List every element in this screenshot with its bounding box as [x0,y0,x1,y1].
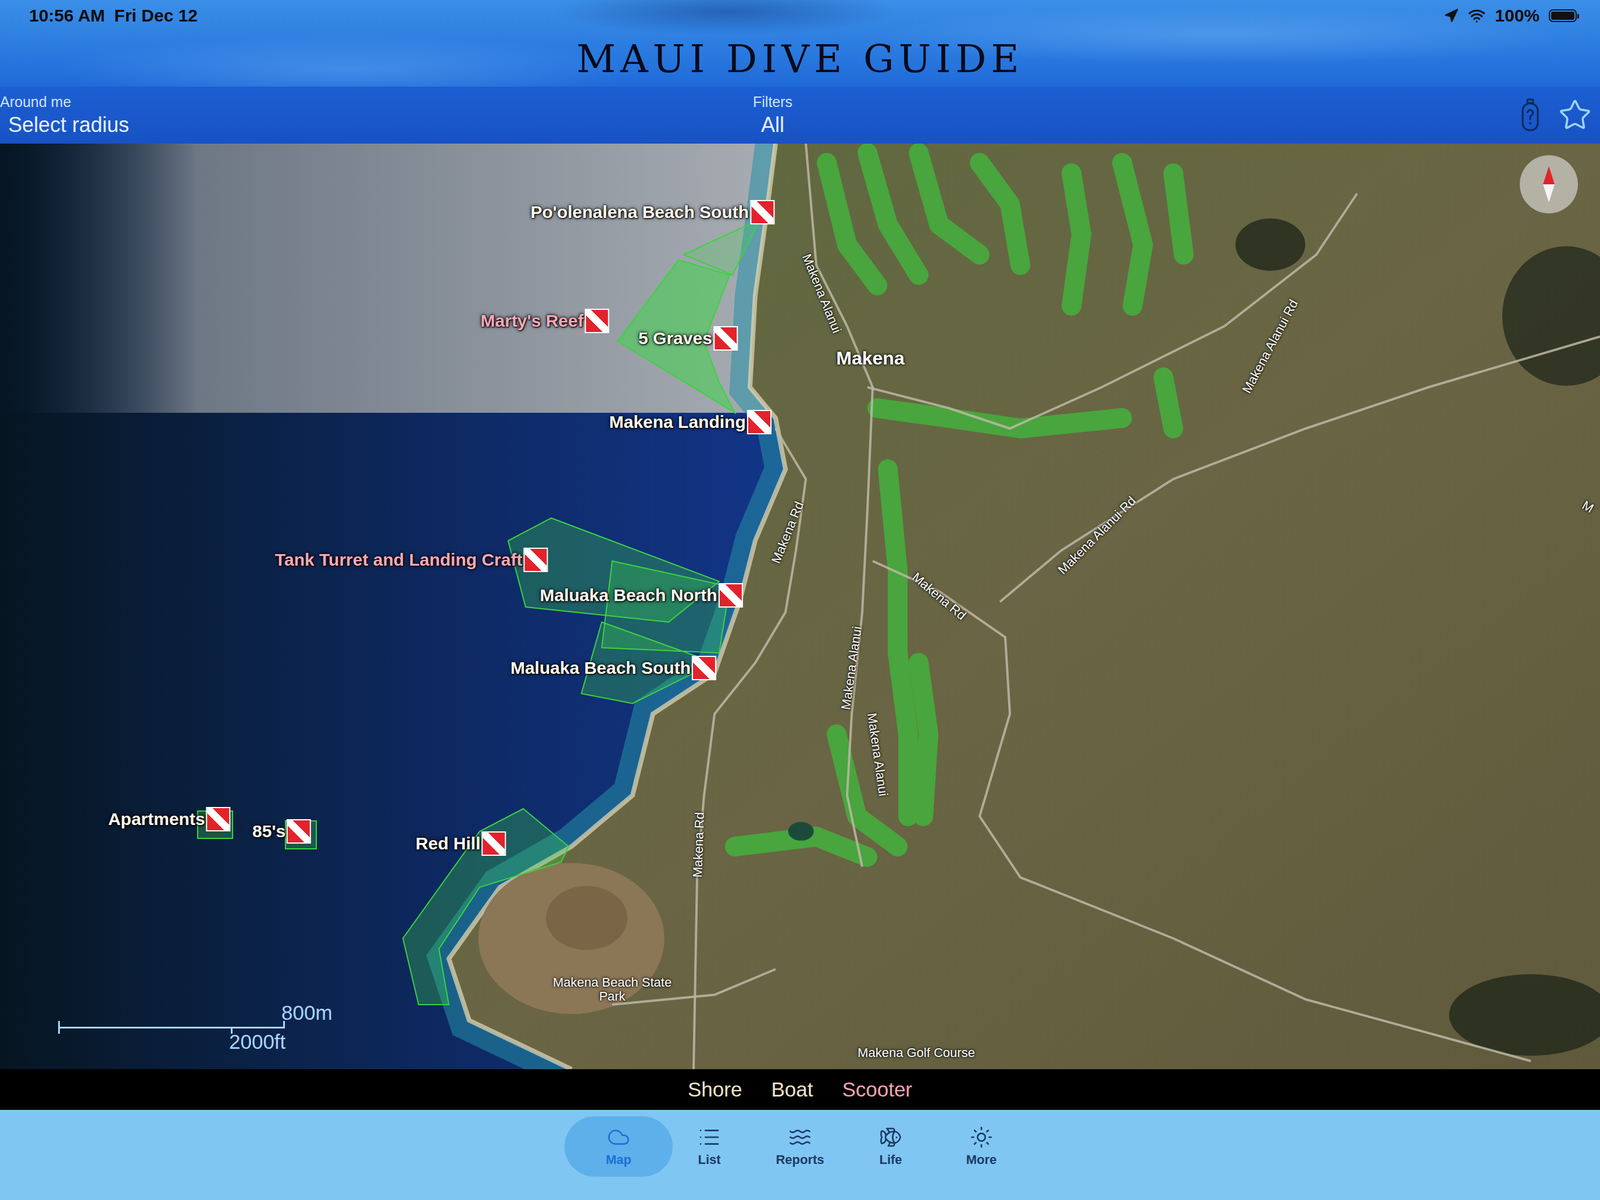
dive-site-pin[interactable]: Maluaka Beach North [540,583,744,608]
app-title: MAUI DIVE GUIDE [576,36,1024,82]
location-icon [1443,8,1459,24]
tab[interactable]: List [663,1116,755,1177]
scale-tick [230,1026,233,1034]
dive-flag-icon[interactable] [750,200,775,225]
compass[interactable] [1519,155,1578,214]
scale-metric: 800m [281,1001,384,1025]
life-tab-icon [879,1125,903,1149]
filters-field[interactable]: FiltersAll [752,86,1520,144]
dive-site-pin[interactable]: Po'olenalena Beach South [530,200,775,225]
battery-percent: 100% [1494,5,1540,26]
dive-site-pin[interactable]: Tank Turret and Landing Craft [275,547,549,573]
tab-label: More [966,1152,998,1168]
battery-icon [1548,9,1577,23]
scale-line [58,1026,285,1029]
filter-icons [1519,86,1600,144]
filters-value[interactable]: All [752,112,1520,138]
dive-flag-icon[interactable] [584,308,610,334]
filter-bar: Around meSelect radiusFiltersAll [0,86,1600,144]
map-label: Makena Golf Course [857,1045,975,1060]
dive-flag-icon[interactable] [481,831,506,856]
dive-site-name[interactable]: Makena Landing [609,412,746,432]
dive-site-name[interactable]: Apartments [108,809,206,830]
status-left: 10:56 AM Fri Dec 12 [29,5,198,26]
dive-flag-icon[interactable] [691,655,717,681]
tank-help-icon[interactable] [1519,98,1541,132]
dive-site-name[interactable]: 85's [252,821,286,842]
tab-bar: Map List Reports Life More [0,1109,1600,1200]
map-label: Makena Rd [690,811,707,878]
map-tab-icon [606,1125,631,1149]
header: 10:56 AM Fri Dec 12 100% MAUI DIVE GUIDE [0,0,1600,87]
dive-flag-icon[interactable] [713,326,738,351]
status-time: 10:56 AM [29,5,106,26]
around-me-value[interactable]: Select radius [0,112,753,138]
favorites-star-icon[interactable] [1558,98,1592,132]
more-tab-icon [969,1125,994,1149]
satellite-map-drawing [0,143,1600,1070]
tab[interactable]: Reports [754,1116,846,1177]
dive-site-pin[interactable]: 5 Graves [638,326,738,351]
mode-button[interactable]: Shore [687,1077,742,1102]
title-row: MAUI DIVE GUIDE [0,30,1600,87]
tab-label: List [697,1152,721,1168]
dive-site-pin[interactable]: 85's [252,819,312,844]
map-label: Makena Beach State Park [545,975,680,1004]
dive-site-name[interactable]: Maluaka Beach South [510,658,691,678]
dive-flag-icon[interactable] [747,409,772,435]
wifi-icon [1468,6,1486,25]
tab-label: Map [605,1152,632,1168]
dive-flag-icon[interactable] [206,806,231,832]
dive-flag-icon[interactable] [286,819,312,844]
dive-site-pin[interactable]: Maluaka Beach South [510,655,717,681]
filters-label: Filters [752,93,1520,111]
scale-bar: 800m 2000ft [58,1001,384,1053]
reports-tab-icon [788,1125,812,1149]
status-bar: 10:56 AM Fri Dec 12 100% [0,0,1600,31]
dive-flag-icon[interactable] [523,547,548,573]
dive-site-pin[interactable]: Red Hill [415,831,507,856]
list-tab-icon [697,1125,721,1149]
app: 10:56 AMFri Dec 12100%MAUI DIVE GUIDEAro… [0,0,1600,1200]
scale-imperial: 2000ft [229,1030,384,1054]
around-me-label: Around me [0,93,753,111]
around-me-field[interactable]: Around meSelect radius [0,86,753,144]
battery-fill [1551,11,1575,20]
map[interactable]: Makena AlanuiMakenaMakena Alanui RdMaken… [0,143,1600,1070]
tab[interactable]: More [936,1116,1027,1177]
mode-button[interactable]: Scooter [841,1077,913,1102]
mode-bar: Shore Boat Scooter [0,1069,1600,1110]
tab[interactable]: Life [845,1116,937,1177]
status-right: 100% [1443,5,1577,26]
status-date: Fri Dec 12 [114,5,198,26]
dive-site-name[interactable]: Po'olenalena Beach South [530,202,749,223]
dive-site-name[interactable]: Maluaka Beach North [540,585,718,606]
dive-site-pin[interactable]: Apartments [108,806,231,832]
compass-needle-icon [1537,163,1561,205]
tab-label: Reports [775,1152,824,1168]
dive-site-name[interactable]: 5 Graves [638,328,713,349]
tab[interactable]: Map [573,1116,664,1177]
dive-site-name[interactable]: Red Hill [415,833,481,854]
dive-site-name[interactable]: Tank Turret and Landing Craft [275,550,523,570]
dive-site-pin[interactable]: Marty's Reef [480,308,610,334]
dive-site-pin[interactable]: Makena Landing [609,409,772,435]
tab-label: Life [879,1152,902,1168]
map-label: Makena [836,348,905,370]
dive-site-name[interactable]: Marty's Reef [480,311,584,331]
dive-flag-icon[interactable] [718,583,744,608]
mode-button[interactable]: Boat [770,1077,813,1102]
